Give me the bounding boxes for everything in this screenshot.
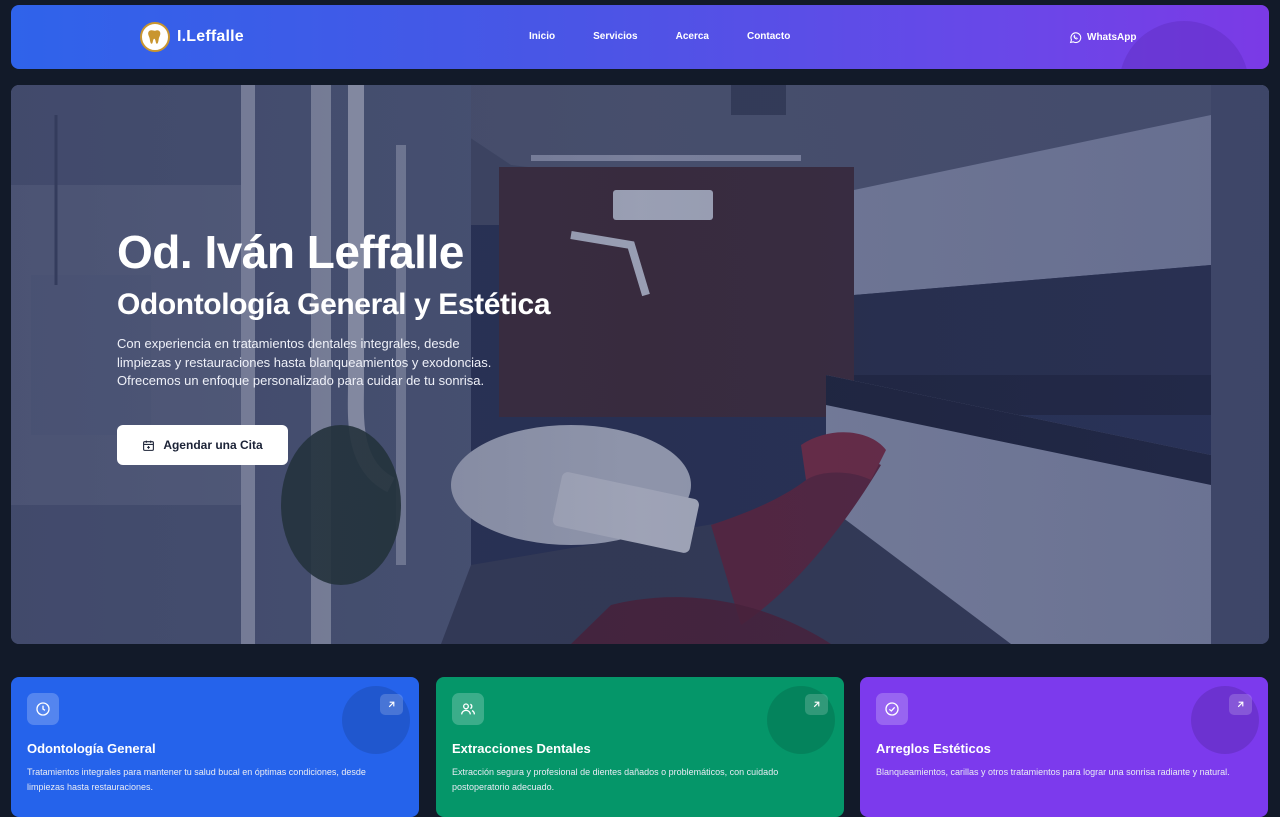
check-circle-icon xyxy=(876,693,908,725)
service-title: Extracciones Dentales xyxy=(452,741,591,756)
service-description: Blanqueamientos, carillas y otros tratam… xyxy=(876,767,1230,777)
nav-link-contacto[interactable]: Contacto xyxy=(747,31,790,42)
whatsapp-label: WhatsApp xyxy=(1087,32,1137,43)
hero-section: Od. Iván Leffalle Odontología General y … xyxy=(11,85,1269,644)
whatsapp-link[interactable]: WhatsApp xyxy=(1069,31,1136,44)
calendar-icon xyxy=(143,440,155,451)
hero-subtitle: Odontología General y Estética xyxy=(117,288,551,321)
arrow-up-right-icon[interactable] xyxy=(1229,694,1252,715)
clock-icon xyxy=(27,693,59,725)
service-card-extractions[interactable]: Extracciones Dentales Extracción segura … xyxy=(436,677,844,817)
nav-link-inicio[interactable]: Inicio xyxy=(529,31,555,42)
whatsapp-icon xyxy=(1069,32,1082,44)
users-icon xyxy=(452,693,484,725)
nav-link-servicios[interactable]: Servicios xyxy=(593,31,637,42)
service-card-aesthetic[interactable]: Arreglos Estéticos Blanqueamientos, cari… xyxy=(860,677,1268,817)
service-title: Arreglos Estéticos xyxy=(876,741,991,756)
service-description: Tratamientos integrales para mantener tu… xyxy=(27,767,366,792)
service-card-general[interactable]: Odontología General Tratamientos integra… xyxy=(11,677,419,817)
brand[interactable]: I.Leffalle xyxy=(140,22,244,52)
arrow-up-right-icon[interactable] xyxy=(380,694,403,715)
nav-link-acerca[interactable]: Acerca xyxy=(676,31,709,42)
hero-title: Od. Iván Leffalle xyxy=(117,226,464,278)
nav-links: Inicio Servicios Acerca Contacto xyxy=(529,31,828,42)
service-description: Extracción segura y profesional de dient… xyxy=(452,767,779,792)
service-title: Odontología General xyxy=(27,741,156,756)
schedule-appointment-button[interactable]: Agendar una Cita xyxy=(117,425,288,465)
cta-label: Agendar una Cita xyxy=(163,438,263,452)
nav-decoration xyxy=(1119,21,1249,69)
brand-name: I.Leffalle xyxy=(177,28,244,45)
hero-description: Con experiencia en tratamientos dentales… xyxy=(117,336,492,388)
hero-content: Od. Iván Leffalle Odontología General y … xyxy=(117,225,551,404)
arrow-up-right-icon[interactable] xyxy=(805,694,828,715)
tooth-icon xyxy=(140,22,170,52)
navbar: I.Leffalle Inicio Servicios Acerca Conta… xyxy=(11,5,1269,69)
